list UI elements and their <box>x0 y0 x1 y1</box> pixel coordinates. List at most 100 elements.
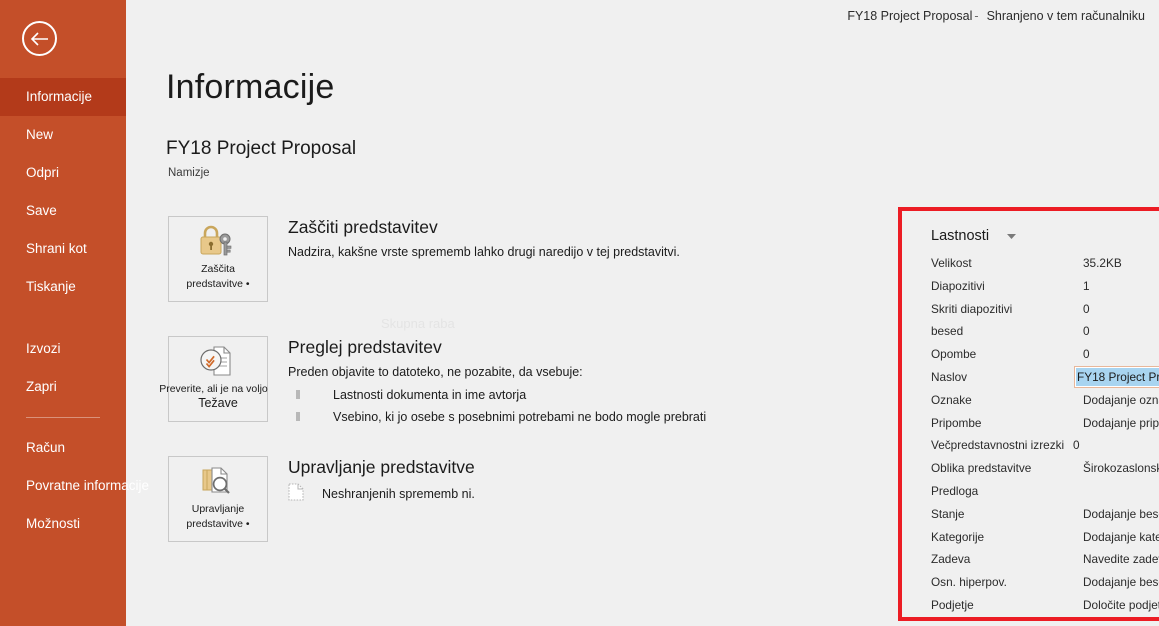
list-item: Vsebino, ki jo osebe s posebnimi potreba… <box>288 406 848 428</box>
property-row-oblika-predstavitve: Oblika predstavitve Širokozaslonsko <box>931 459 1159 482</box>
properties-list: Velikost 35.2KB Diapozitivi 1 Skriti dia… <box>931 254 1159 619</box>
sidebar-item-racun[interactable]: Račun <box>0 429 126 467</box>
property-row-stanje: Stanje Dodajanje besedila <box>931 505 1159 528</box>
property-row-zadeva: Zadeva Navedite zadevo <box>931 550 1159 573</box>
property-row-skriti-diapozitivi: Skriti diapozitivi 0 <box>931 300 1159 323</box>
property-row-besed: besed 0 <box>931 322 1159 345</box>
sidebar-item-izvozi[interactable]: Izvozi <box>0 330 126 368</box>
section-body: Zaščiti predstavitev Nadzira, kakšne vrs… <box>288 216 848 262</box>
property-row-velikost: Velikost 35.2KB <box>931 254 1159 277</box>
property-value[interactable]: Določite podjetje <box>1083 598 1159 612</box>
manage-presentation-button[interactable]: Upravljanje predstavitve • <box>168 456 268 542</box>
property-value[interactable]: 35.2KB <box>1083 256 1122 270</box>
document-icon <box>288 483 304 504</box>
property-key: Naslov <box>931 369 968 384</box>
sidebar-item-tiskanje[interactable]: Tiskanje <box>0 268 126 306</box>
protect-presentation-button[interactable]: Zaščita predstavitve • <box>168 216 268 302</box>
property-row-oznake: Oznake Dodajanje oznake <box>931 391 1159 414</box>
property-key: Oblika predstavitve <box>931 461 1032 476</box>
page-title: Informacije <box>166 68 335 106</box>
sidebar-nav: Informacije New Odpri Save Shrani kot Ti… <box>0 78 149 543</box>
property-row-naslov: Naslov FY18 Project Proposal <box>931 365 1159 391</box>
section-heading: Preglej predstavitev <box>288 337 442 357</box>
property-value[interactable]: 0 <box>1083 302 1090 316</box>
sidebar-item-label: Tiskanje <box>26 279 76 294</box>
section-heading: Zaščiti predstavitev <box>288 217 438 237</box>
manage-status-line: Neshranjenih sprememb ni. <box>288 483 848 504</box>
sidebar-item-zapri[interactable]: Zapri <box>0 368 126 406</box>
tile-label-line2: predstavitve • <box>186 278 250 290</box>
document-check-icon <box>197 341 239 381</box>
sidebar-item-save[interactable]: Save <box>0 192 126 230</box>
property-value[interactable]: 0 <box>1083 324 1090 338</box>
property-row-osn-hiperpov: Osn. hiperpov. Dodajanje besedila <box>931 573 1159 596</box>
property-key: Večpredstavnostni izrezki <box>931 438 1065 453</box>
title-input-selection: FY18 Project Proposal <box>1076 367 1159 386</box>
document-search-icon <box>197 461 239 501</box>
bullet-text: Lastnosti dokumenta in ime avtorja <box>333 388 527 402</box>
property-key: Kategorije <box>931 529 985 544</box>
bullet-icon <box>296 412 300 421</box>
sidebar-item-shrani-kot[interactable]: Shrani kot <box>0 230 126 268</box>
sidebar-item-label: Shrani kot <box>26 241 87 256</box>
document-path[interactable]: Namizje <box>168 167 210 179</box>
property-row-opombe: Opombe 0 <box>931 345 1159 368</box>
sidebar-item-label: Odpri <box>26 165 60 180</box>
sidebar-item-label: Save <box>26 203 57 218</box>
lock-key-icon <box>197 221 239 261</box>
property-key: Zadeva <box>931 552 971 567</box>
tile-label-line1: Preverite, ali je na voljo <box>159 383 268 395</box>
properties-panel: Lastnosti Velikost 35.2KB Diapozitivi 1 … <box>902 211 1159 617</box>
section-heading: Upravljanje predstavitve <box>288 457 475 477</box>
properties-title: Lastnosti <box>931 228 990 244</box>
property-row-diapozitivi: Diapozitivi 1 <box>931 277 1159 300</box>
sidebar-item-label: Izvozi <box>26 341 61 356</box>
property-key: Oznake <box>931 392 972 407</box>
property-value[interactable]: Dodajanje besedila <box>1083 507 1159 521</box>
property-row-predloga: Predloga <box>931 482 1159 505</box>
sidebar-item-informacije[interactable]: Informacije <box>0 78 126 116</box>
bullet-text: Vsebino, ki jo osebe s posebnimi potreba… <box>333 410 707 424</box>
backstage-view: Informacije New Odpri Save Shrani kot Ti… <box>0 0 1159 626</box>
sidebar-item-label: Zapri <box>26 379 57 394</box>
property-key: Skriti diapozitivi <box>931 301 1013 316</box>
tile-label-line1: Upravljanje <box>191 503 245 515</box>
list-item: Lastnosti dokumenta in ime avtorja <box>288 384 848 406</box>
property-value[interactable]: 0 <box>1083 347 1090 361</box>
sidebar-item-povratne-informacije[interactable]: Povratne informacije <box>0 467 149 505</box>
tile-label-line1: Zaščita <box>201 263 235 275</box>
property-key: Diapozitivi <box>931 278 985 293</box>
section-body: Upravljanje predstavitve Neshranjenih sp… <box>288 456 848 504</box>
chevron-down-icon[interactable] <box>1007 228 1017 244</box>
property-value[interactable]: Dodajanje pripomb <box>1083 416 1159 430</box>
property-value[interactable]: Širokozaslonsko <box>1083 461 1159 475</box>
property-value[interactable]: 1 <box>1083 279 1090 293</box>
property-value[interactable]: Dodajanje kategorije <box>1083 530 1159 544</box>
sidebar-item-odpri[interactable]: Odpri <box>0 154 126 192</box>
property-value[interactable]: 0 <box>1073 438 1080 452</box>
property-value[interactable]: Navedite zadevo <box>1083 552 1159 566</box>
back-arrow-icon <box>30 31 49 46</box>
property-value[interactable]: Dodajanje besedila <box>1083 575 1159 589</box>
properties-header[interactable]: Lastnosti <box>931 228 1017 244</box>
sidebar-item-new[interactable]: New <box>0 116 126 154</box>
sidebar-item-moznosti[interactable]: Možnosti <box>0 505 126 543</box>
property-key: Opombe <box>931 347 977 362</box>
tile-label-line2: Težave <box>198 396 238 410</box>
check-for-issues-button[interactable]: Preverite, ali je na voljo Težave <box>159 336 268 422</box>
property-key: Stanje <box>931 506 965 521</box>
backstage-sidebar: Informacije New Odpri Save Shrani kot Ti… <box>0 0 149 626</box>
sidebar-item-label: Informacije <box>26 89 93 104</box>
section-body: Preglej predstavitev Preden objavite to … <box>288 336 848 428</box>
property-row-vecpredstavnostni-izrezki: Večpredstavnostni izrezki 0 <box>931 436 1159 459</box>
property-key: besed <box>931 324 964 339</box>
section-description: Preden objavite to datoteko, ne pozabite… <box>288 365 583 379</box>
tile-label-line2: predstavitve • <box>186 518 250 530</box>
property-key: Predloga <box>931 483 979 498</box>
section-description: Nadzira, kakšne vrste sprememb lahko dru… <box>288 245 680 259</box>
property-row-pripombe: Pripombe Dodajanje pripomb <box>931 414 1159 437</box>
main-content: Informacije FY18 Project Proposal Namizj… <box>126 0 1159 626</box>
back-button[interactable] <box>22 21 57 56</box>
property-value[interactable]: Dodajanje oznake <box>1083 393 1159 407</box>
